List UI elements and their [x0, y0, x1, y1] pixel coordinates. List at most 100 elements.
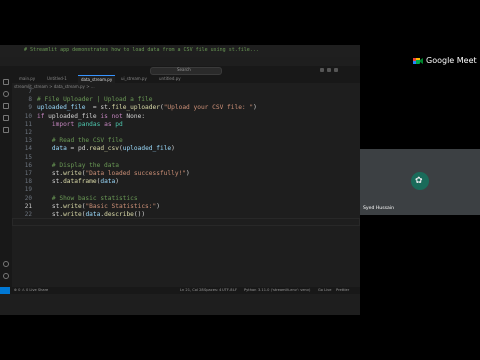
tab-2[interactable]: data_stream.py: [78, 75, 116, 83]
line-number: 16: [24, 161, 32, 169]
line-number: 18: [24, 178, 32, 186]
code-token: pd: [115, 120, 123, 128]
status-position[interactable]: Ln 21, Col 28: [180, 287, 204, 294]
status-golive[interactable]: Go Live: [318, 287, 331, 294]
code-line: data = pd.read_csv(uploaded_file): [37, 145, 175, 152]
code-token: is not: [100, 112, 123, 120]
code-token: = pd.: [66, 145, 90, 153]
code-token: uploaded_file: [122, 145, 172, 153]
settings-gear-icon[interactable]: [3, 273, 9, 279]
status-prettier[interactable]: Prettier: [336, 287, 349, 294]
code-line: # Show basic statistics: [37, 195, 138, 202]
code-token: "Data loaded successfully!": [85, 170, 187, 177]
sidebar-icon[interactable]: [334, 68, 338, 72]
command-center[interactable]: Search: [150, 67, 222, 75]
code-token: describe: [104, 211, 134, 218]
code-token: st.: [37, 178, 64, 186]
meet-brand: Google Meet: [426, 56, 477, 65]
panel-icon[interactable]: [327, 68, 331, 72]
status-eol[interactable]: LF: [233, 287, 237, 294]
tab-3[interactable]: ui_stream.py: [118, 75, 150, 83]
editor-tabs: main.py Untitled-1 data_stream.py ui_stream…: [12, 75, 360, 83]
code-line: # File Uploader | Upload a file: [37, 96, 152, 103]
status-spaces[interactable]: Spaces: 4: [204, 287, 221, 294]
explorer-icon[interactable]: [3, 79, 9, 85]
line-number: 10: [24, 112, 32, 120]
tab-0[interactable]: main.py: [16, 75, 38, 83]
search-icon[interactable]: [3, 91, 9, 97]
line-number: 8: [28, 96, 32, 104]
code-token: write: [63, 202, 82, 210]
line-number: 17: [24, 170, 32, 177]
participant-name: Syed Hussain: [363, 206, 394, 211]
avatar-icon: ✿: [415, 176, 423, 186]
code-token: file_uploader: [111, 104, 160, 112]
code-token: "Upload your CSV file: ": [163, 104, 254, 112]
code-line: # Display the data: [37, 162, 119, 169]
code-token: ): [115, 178, 119, 186]
code-token: # Show basic statistics: [51, 194, 138, 202]
code-token: ): [186, 170, 190, 177]
code-line: uploaded_file = st.file_uploader("Upload…: [37, 104, 257, 111]
activity-bar: [0, 75, 12, 287]
code-token: data: [51, 145, 67, 153]
code-token: data: [100, 178, 116, 186]
extensions-icon[interactable]: [3, 127, 9, 133]
top-comment-line: # Streamlit app demonstrates how to load…: [24, 47, 259, 53]
code-token: ): [253, 104, 257, 112]
tab-1[interactable]: Untitled-1: [44, 75, 70, 83]
line-number: 11: [24, 120, 32, 128]
top-strip: # Streamlit app demonstrates how to load…: [0, 45, 360, 57]
code-line: st.dataframe(data): [37, 178, 119, 185]
code-token: st.: [37, 202, 64, 210]
code-token: st.: [37, 170, 64, 177]
run-debug-icon[interactable]: [3, 115, 9, 121]
line-number: 21: [24, 202, 32, 210]
code-line: st.write(data.describe()): [37, 211, 145, 218]
remote-indicator-icon[interactable]: [0, 287, 10, 294]
code-token: "Basic Statistics:": [85, 202, 157, 210]
status-interpreter[interactable]: 3.11.0 ('streamlit-env': venv): [258, 287, 310, 294]
code-token: # File Uploader | Upload a file: [37, 96, 153, 104]
status-language[interactable]: Python: [244, 287, 256, 294]
status-left[interactable]: ⊗ 0 ⚠ 0 Live Share: [14, 287, 48, 294]
code-token: write: [63, 211, 82, 218]
line-number: 12: [24, 129, 32, 136]
code-token: data: [85, 211, 101, 218]
google-meet-logo-icon: [413, 58, 423, 64]
code-token: uploaded_file: [44, 112, 101, 120]
source-control-icon[interactable]: [3, 103, 9, 109]
code-editor[interactable]: 7 8 # File Uploader | Upload a file 9 upload…: [12, 88, 360, 286]
code-token: None:: [122, 112, 146, 120]
code-token: st.: [37, 211, 64, 218]
code-token: pandas: [78, 120, 101, 128]
line-number: 22: [24, 211, 32, 218]
code-token: write: [63, 170, 82, 177]
current-line-highlight: [12, 218, 360, 226]
code-line: import pandas as pd: [37, 121, 123, 128]
command-center-label: Search: [177, 67, 191, 72]
code-token: ): [156, 202, 160, 210]
code-token: # Display the data: [51, 161, 119, 169]
code-token: dataframe: [63, 178, 97, 186]
layout-icon[interactable]: [320, 68, 324, 72]
code-token: uploaded_file: [37, 104, 86, 112]
account-icon[interactable]: [3, 261, 9, 267]
line-number: 20: [24, 194, 32, 202]
status-encoding[interactable]: UTF-8: [222, 287, 232, 294]
code-token: as: [104, 120, 112, 128]
line-number: 19: [24, 186, 32, 194]
tab-4[interactable]: untitled.py: [156, 75, 184, 83]
line-number: 14: [24, 145, 32, 153]
line-number: 7: [28, 88, 32, 95]
line-number: 9: [28, 104, 32, 112]
code-token: # Read the CSV file: [51, 137, 123, 145]
code-line: if uploaded_file is not None:: [37, 113, 145, 120]
line-number: 15: [24, 153, 32, 161]
status-bar: ⊗ 0 ⚠ 0 Live Share Ln 21, Col 28 Spaces: 4…: [0, 287, 360, 294]
